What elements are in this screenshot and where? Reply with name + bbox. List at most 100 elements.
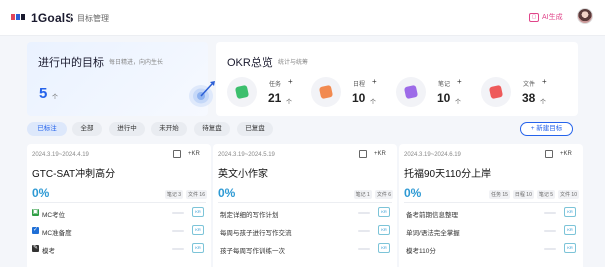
goal-name[interactable]: 托福90天110分上岸: [404, 165, 491, 180]
kr-progress-bar: [358, 212, 370, 214]
kr-row[interactable]: ✓ MC准备度 KR: [32, 225, 206, 237]
kr-progress-bar: [172, 230, 184, 232]
goal-date-range: 2024.3.19~2024.5.19: [218, 152, 275, 158]
stat-files[interactable]: 文件 + 38 个: [481, 76, 561, 110]
goal-card[interactable]: 2024.3.19~2024.4.19 +KR GTC-SAT冲刺高分 0% 笔…: [27, 144, 211, 267]
goal-card[interactable]: 2024.3.19~2024.5.19 +KR 英文小作家 0% 笔记 1 文件…: [213, 144, 397, 267]
add-note-icon[interactable]: +: [457, 77, 462, 86]
goal-card[interactable]: 2024.3.19~2024.6.19 +KR 托福90天110分上岸 0% 任…: [399, 144, 583, 267]
note-icon: [396, 77, 426, 107]
add-kr-button[interactable]: +KR: [560, 151, 572, 157]
stat-value: 38: [522, 91, 536, 105]
add-schedule-icon[interactable]: +: [372, 77, 377, 86]
check-icon: ✓: [32, 227, 39, 234]
kr-progress-bar: [544, 230, 556, 232]
okr-panel-subtitle: 统计与统筹: [278, 60, 309, 66]
files-badge: 文件 16: [186, 190, 207, 199]
goal-progress: 0%: [404, 186, 422, 200]
filter-reviewed[interactable]: 已复盘: [237, 122, 273, 136]
tasks-badge: 任务 15: [488, 190, 510, 199]
schedule-badge: 日程 10: [512, 190, 534, 199]
new-goal-button[interactable]: + 新建目标: [520, 122, 573, 136]
notes-badge: 笔记 1: [353, 190, 372, 199]
kr-tag: KR: [564, 225, 576, 235]
kr-row[interactable]: 模考110分 KR: [404, 243, 578, 255]
goal-name[interactable]: 英文小作家: [218, 165, 268, 180]
ai-generate-button[interactable]: ▢ AI生成: [529, 12, 563, 22]
filter-not-started[interactable]: 未开始: [151, 122, 187, 136]
stat-notes[interactable]: 笔记 + 10 个: [396, 76, 476, 110]
filter-starred[interactable]: 已标注: [27, 122, 67, 136]
stat-unit: 个: [455, 100, 462, 106]
kr-text: MC考位: [42, 212, 66, 219]
kr-tag: KR: [378, 243, 390, 253]
logo-icon: [11, 14, 25, 20]
goals-count-unit: 个: [52, 95, 59, 101]
kr-progress-bar: [544, 212, 556, 214]
task-icon: [227, 77, 257, 107]
edit-icon[interactable]: [173, 150, 181, 158]
kr-tag: KR: [192, 207, 204, 217]
goal-badges: 任务 15 日程 10 笔记 5 文件 10: [488, 190, 579, 199]
kr-text: MC准备度: [42, 230, 72, 237]
goals-panel-subtitle: 每日精进，向内生长: [109, 60, 164, 66]
stat-label: 任务: [269, 82, 282, 88]
filter-in-progress[interactable]: 进行中: [109, 122, 145, 136]
kr-row[interactable]: ✎ 模考 KR: [32, 243, 206, 255]
kr-tag: KR: [378, 225, 390, 235]
filter-all[interactable]: 全部: [72, 122, 102, 136]
goals-count: 5: [39, 85, 48, 102]
stat-label: 日程: [353, 82, 366, 88]
stat-label: 文件: [523, 82, 536, 88]
goal-badges: 笔记 3 文件 16: [164, 190, 207, 199]
header-divider: [70, 13, 71, 23]
stat-value: 10: [437, 91, 451, 105]
divider: [218, 202, 392, 203]
calendar-icon: [311, 77, 341, 107]
goal-badges: 笔记 1 文件 6: [353, 190, 393, 199]
add-kr-button[interactable]: +KR: [374, 151, 386, 157]
kr-row[interactable]: 制定详细的写作计划 KR: [218, 207, 392, 219]
kr-row[interactable]: ▣ MC考位 KR: [32, 207, 206, 219]
kr-progress-bar: [358, 230, 370, 232]
goal-date-range: 2024.3.19~2024.6.19: [404, 152, 461, 158]
stat-tasks[interactable]: 任务 + 21 个: [227, 76, 307, 110]
kr-progress-bar: [172, 212, 184, 214]
kr-row[interactable]: 每周与孩子进行写作交流 KR: [218, 225, 392, 237]
files-badge: 文件 6: [374, 190, 393, 199]
goal-progress: 0%: [32, 186, 50, 200]
kr-text: 模考: [42, 248, 55, 255]
files-badge: 文件 10: [558, 190, 579, 199]
goal-progress: 0%: [218, 186, 236, 200]
kr-progress-bar: [172, 248, 184, 250]
brand-name[interactable]: 1GoalS: [31, 11, 74, 25]
stat-value: 21: [268, 91, 282, 105]
file-icon: [481, 77, 511, 107]
filter-pending-review[interactable]: 待复盘: [194, 122, 230, 136]
goals-panel-title: 进行中的目标: [38, 57, 104, 69]
top-bar: 1GoalS 目标管理 ▢ AI生成: [0, 0, 605, 36]
kr-text: 单词/语法完全掌握: [406, 230, 460, 237]
notes-badge: 笔记 5: [536, 190, 556, 199]
edit-icon[interactable]: [545, 150, 553, 158]
divider: [404, 202, 578, 203]
edit-icon[interactable]: [359, 150, 367, 158]
goal-name[interactable]: GTC-SAT冲刺高分: [32, 165, 115, 180]
add-kr-button[interactable]: +KR: [188, 151, 200, 157]
kr-tag: KR: [192, 243, 204, 253]
stat-schedule[interactable]: 日程 + 10 个: [311, 76, 391, 110]
avatar[interactable]: [577, 8, 593, 24]
add-task-icon[interactable]: +: [288, 77, 293, 86]
add-file-icon[interactable]: +: [542, 77, 547, 86]
kr-text: 备考前期信息整理: [406, 212, 458, 219]
kr-row[interactable]: 孩子每周写作训练一次 KR: [218, 243, 392, 255]
okr-overview-panel: OKR总览 统计与统筹 任务 + 21 个 日程 + 10 个 笔记 + 10 …: [216, 42, 578, 116]
kr-row[interactable]: 备考前期信息整理 KR: [404, 207, 578, 219]
okr-panel-title: OKR总览: [227, 57, 273, 69]
ai-icon: ▢: [529, 12, 539, 22]
kr-progress-bar: [358, 248, 370, 250]
kr-tag: KR: [564, 243, 576, 253]
kr-text: 每周与孩子进行写作交流: [220, 230, 292, 237]
kr-row[interactable]: 单词/语法完全掌握 KR: [404, 225, 578, 237]
kr-tag: KR: [564, 207, 576, 217]
